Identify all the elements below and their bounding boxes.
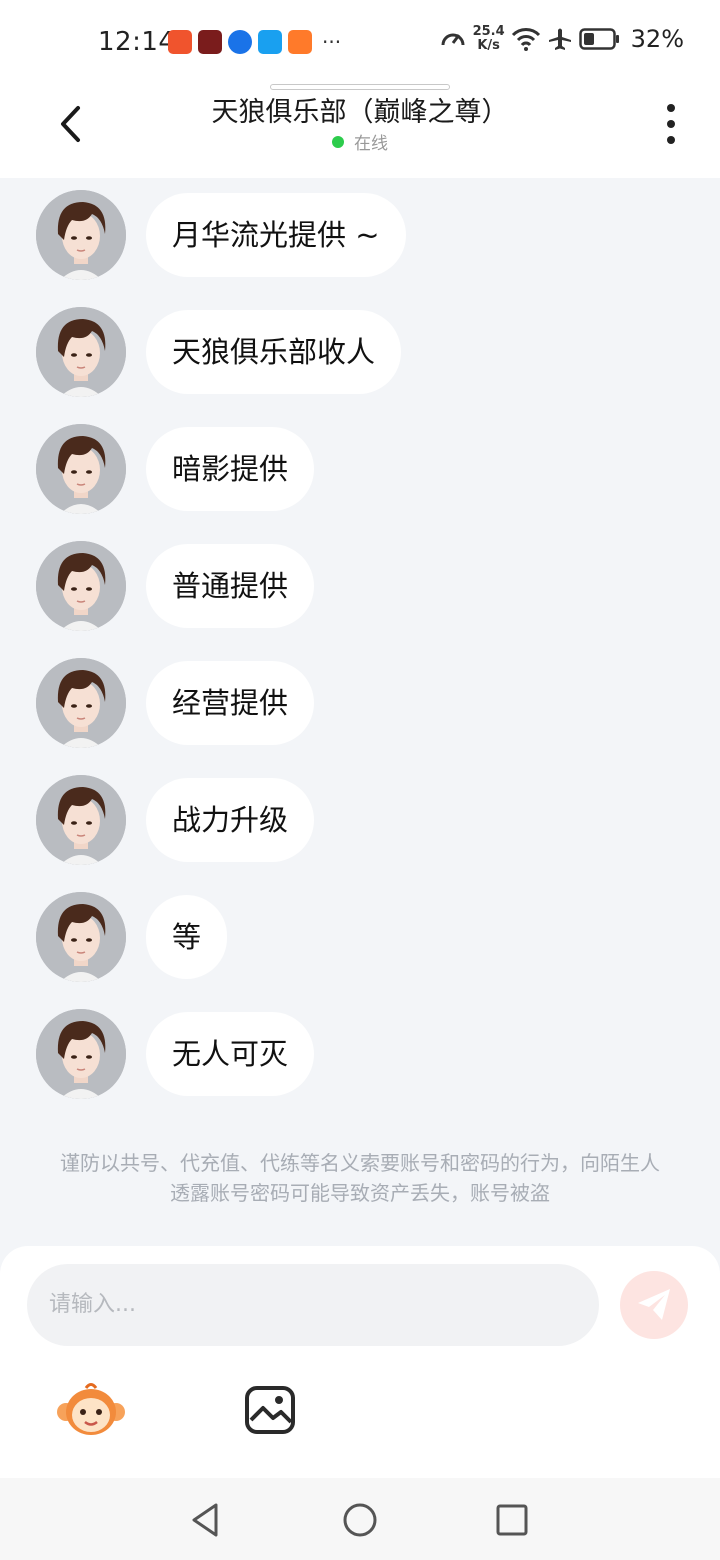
circle-home-icon: [343, 1503, 377, 1537]
send-button[interactable]: [620, 1271, 688, 1339]
notification-icons: ···: [168, 30, 341, 54]
avatar[interactable]: [36, 775, 126, 865]
online-dot-icon: [332, 136, 344, 148]
avatar[interactable]: [36, 1009, 126, 1099]
chat-header: 天狼俱乐部（巅峰之尊） 在线: [0, 84, 720, 178]
message-bubble[interactable]: 等: [146, 895, 228, 979]
status-bar: 12:14 ··· 25.4 K/s 32%: [0, 0, 720, 84]
more-notifications-icon: ···: [322, 30, 342, 54]
net-speed: 25.4 K/s: [473, 25, 505, 53]
avatar-portrait-icon: [36, 1009, 126, 1099]
online-status-label: 在线: [354, 134, 388, 154]
app-notification-icon: [198, 30, 222, 54]
message-row: 等: [36, 892, 228, 982]
back-button[interactable]: [50, 102, 90, 146]
airplane-mode-icon: [548, 28, 571, 50]
avatar[interactable]: [36, 541, 126, 631]
net-speed-unit: K/s: [477, 38, 500, 53]
avatar-portrait-icon: [36, 658, 126, 748]
message-bubble[interactable]: 无人可灭: [146, 1012, 315, 1096]
wifi-icon: [511, 28, 540, 51]
app-notification-icon: [288, 30, 312, 54]
chat-title: 天狼俱乐部（巅峰之尊）: [211, 97, 509, 128]
avatar[interactable]: [36, 190, 126, 280]
speed-meter-icon: [441, 33, 465, 46]
system-nav-bar: [0, 1478, 720, 1560]
more-dot-icon: [667, 136, 675, 144]
avatar-portrait-icon: [36, 307, 126, 397]
more-options-button[interactable]: [660, 102, 682, 146]
send-icon: [638, 1289, 670, 1320]
message-row: 无人可灭: [36, 1009, 315, 1099]
message-bubble[interactable]: 战力升级: [146, 778, 315, 862]
avatar-portrait-icon: [36, 541, 126, 631]
avatar-portrait-icon: [36, 190, 126, 280]
battery-icon: [578, 28, 619, 50]
avatar[interactable]: [36, 424, 126, 514]
message-row: 天狼俱乐部收人: [36, 307, 402, 397]
avatar[interactable]: [36, 892, 126, 982]
app-notification-icon: [168, 30, 192, 54]
more-dot-icon: [667, 120, 675, 128]
message-row: 暗影提供: [36, 424, 315, 514]
avatar-portrait-icon: [36, 775, 126, 865]
message-row: 战力升级: [36, 775, 315, 865]
message-bubble[interactable]: 经营提供: [146, 661, 315, 745]
app-notification-icon: [258, 30, 282, 54]
message-bubble[interactable]: 普通提供: [146, 544, 315, 628]
nav-home-button[interactable]: [340, 1500, 380, 1540]
image-icon: [245, 1386, 295, 1434]
message-input[interactable]: 请输入...: [27, 1264, 599, 1346]
message-row: 普通提供: [36, 541, 315, 631]
avatar-portrait-icon: [36, 892, 126, 982]
message-bubble[interactable]: 月华流光提供 ~: [146, 193, 406, 277]
net-speed-value: 25.4: [472, 24, 505, 39]
avatar[interactable]: [36, 307, 126, 397]
triangle-back-icon: [192, 1503, 218, 1537]
security-notice: 谨防以共号、代充值、代练等名义索要账号和密码的行为，向陌生人透露账号密码可能导致…: [60, 1151, 660, 1205]
message-row: 月华流光提供 ~: [36, 190, 406, 280]
avatar-portrait-icon: [36, 424, 126, 514]
status-right: 25.4 K/s 32%: [439, 25, 684, 53]
online-status: 在线: [0, 129, 720, 154]
nav-back-button[interactable]: [186, 1500, 226, 1540]
more-dot-icon: [667, 104, 675, 112]
monkey-emoji-icon: [57, 1383, 125, 1435]
avatar[interactable]: [36, 658, 126, 748]
app-notification-icon: [228, 30, 252, 54]
status-time: 12:14: [98, 27, 176, 57]
message-bubble[interactable]: 暗影提供: [146, 427, 315, 511]
image-button[interactable]: [243, 1384, 297, 1436]
battery-percent: 32%: [630, 25, 684, 53]
emoji-button[interactable]: [56, 1382, 126, 1438]
square-recents-icon: [496, 1504, 528, 1536]
nav-recents-button[interactable]: [494, 1502, 530, 1538]
message-bubble[interactable]: 天狼俱乐部收人: [146, 310, 402, 394]
chevron-left-icon: [61, 106, 80, 142]
message-list[interactable]: 月华流光提供 ~ 天狼俱乐部收人 暗影提供 普通提供 经营提供 战力升级 等 无…: [0, 178, 720, 1246]
input-panel: 请输入...: [0, 1246, 720, 1478]
message-row: 经营提供: [36, 658, 315, 748]
